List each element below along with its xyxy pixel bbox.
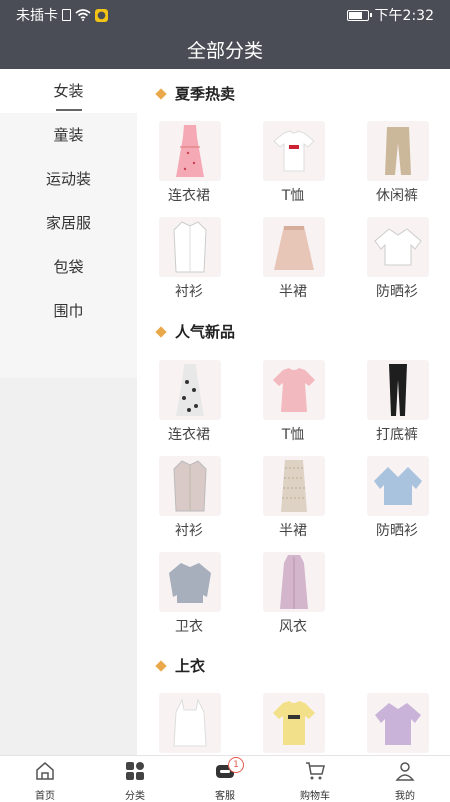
section-title: 上衣 [155,655,206,676]
product-tile[interactable] [345,693,449,755]
sidebar-item-womens[interactable]: 女装 [0,69,137,113]
cardigan-icon [367,456,429,516]
clock-text: 下午2:32 [374,8,434,24]
sidebar-item-kids[interactable]: 童装 [0,113,137,157]
product-tile[interactable]: 卫衣 [137,552,241,648]
product-label: 防晒衫 [376,523,418,539]
sidebar-item-label: 包袋 [53,258,84,276]
diamond-icon [155,325,167,338]
sweater-icon [159,552,221,612]
sidebar-item-homewear[interactable]: 家居服 [0,201,137,245]
section-title: 人气新品 [155,321,236,342]
pants-icon [367,121,429,181]
product-tile[interactable]: 休闲裤 [345,121,449,217]
page-title: 全部分类 [186,40,263,62]
section-title-text: 上衣 [175,657,206,675]
product-tile[interactable]: 打底裤 [345,360,449,456]
tab-home[interactable]: 首页 [0,756,90,802]
category-sidebar: 女装 童装 运动装 家居服 包袋 围巾 [0,69,137,755]
profile-icon [395,762,415,781]
tshirt-icon [263,693,325,753]
home-icon [36,762,54,780]
product-tile[interactable] [241,693,345,755]
product-tile[interactable]: T恤 [241,360,345,456]
bulb-icon: ● [95,8,108,22]
sidebar-list: 童装 运动装 家居服 包袋 围巾 [0,113,137,378]
product-tile[interactable]: 半裙 [241,217,345,313]
status-bar: 未插卡 ● 下午2:32 [0,0,450,28]
trenchcoat-icon [263,552,325,612]
category-content: 夏季热卖 连衣裙 T恤 休闲裤 衬衫 半裙 防晒衫 人气新品 连衣裙 T恤 打底… [137,69,450,755]
product-label: 休闲裤 [376,188,418,204]
product-tile[interactable]: 连衣裙 [137,360,241,456]
unread-badge: 1 [228,757,244,773]
product-tile[interactable]: 风衣 [241,552,345,648]
product-label: T恤 [281,188,305,204]
sidebar-item-scarves[interactable]: 围巾 [0,289,137,333]
product-tile[interactable]: 衬衫 [137,217,241,313]
tab-cart[interactable]: 购物车 [270,756,360,802]
skirt-icon [263,456,325,516]
product-tile[interactable]: 衬衫 [137,456,241,552]
shirt-icon [159,456,221,516]
product-tile[interactable]: 半裙 [241,456,345,552]
top-bar: 未插卡 ● 下午2:32 全部分类 [0,0,450,69]
battery-icon [346,9,372,21]
sidebar-item-label: 女装 [53,82,84,100]
skirt-icon [263,217,325,277]
dress-icon [159,360,221,420]
product-label: 风衣 [279,619,307,635]
sidebar-item-label: 运动装 [45,170,91,188]
section-title-text: 人气新品 [175,323,236,341]
carrier-text: 未插卡 [16,8,58,24]
sidebar-item-label: 童装 [53,126,84,144]
sidebar-item-label: 家居服 [45,214,91,232]
sidebar-item-bags[interactable]: 包袋 [0,245,137,289]
section-title-text: 夏季热卖 [175,85,236,103]
product-tile[interactable]: 连衣裙 [137,121,241,217]
dress-icon [159,121,221,181]
product-label: 连衣裙 [168,427,210,443]
section-title: 夏季热卖 [155,83,236,104]
leggings-icon [367,360,429,420]
camisole-icon [159,693,221,753]
shirt-icon [159,217,221,277]
product-tile[interactable]: T恤 [241,121,345,217]
tab-profile[interactable]: 我的 [360,756,450,802]
tshirt-icon [263,121,325,181]
sidebar-item-sportswear[interactable]: 运动装 [0,157,137,201]
product-tile[interactable]: 防晒衫 [345,456,449,552]
tab-service[interactable]: 1 客服 [180,756,270,802]
cart-icon [306,762,325,780]
diamond-icon [155,87,167,100]
product-label: 衬衫 [175,284,203,300]
sidebar-item-label: 围巾 [53,302,84,320]
cardigan-icon [367,693,429,753]
product-label: 半裙 [279,523,307,539]
diamond-icon [155,659,167,672]
product-label: T恤 [281,427,305,443]
product-label: 卫衣 [175,619,203,635]
tshirt-icon [263,360,325,420]
tab-category[interactable]: 分类 [90,756,180,802]
category-icon [126,762,144,780]
product-label: 衬衫 [175,523,203,539]
bottom-tab-bar: 首页 分类 1 客服 购物车 我的 [0,755,450,802]
product-label: 半裙 [279,284,307,300]
product-tile[interactable]: 防晒衫 [345,217,449,313]
product-tile[interactable] [137,693,241,755]
sim-card-icon [62,9,71,21]
product-label: 防晒衫 [376,284,418,300]
wifi-icon [75,9,91,21]
product-label: 连衣裙 [168,188,210,204]
product-label: 打底裤 [376,427,418,443]
cardigan-icon [367,217,429,277]
